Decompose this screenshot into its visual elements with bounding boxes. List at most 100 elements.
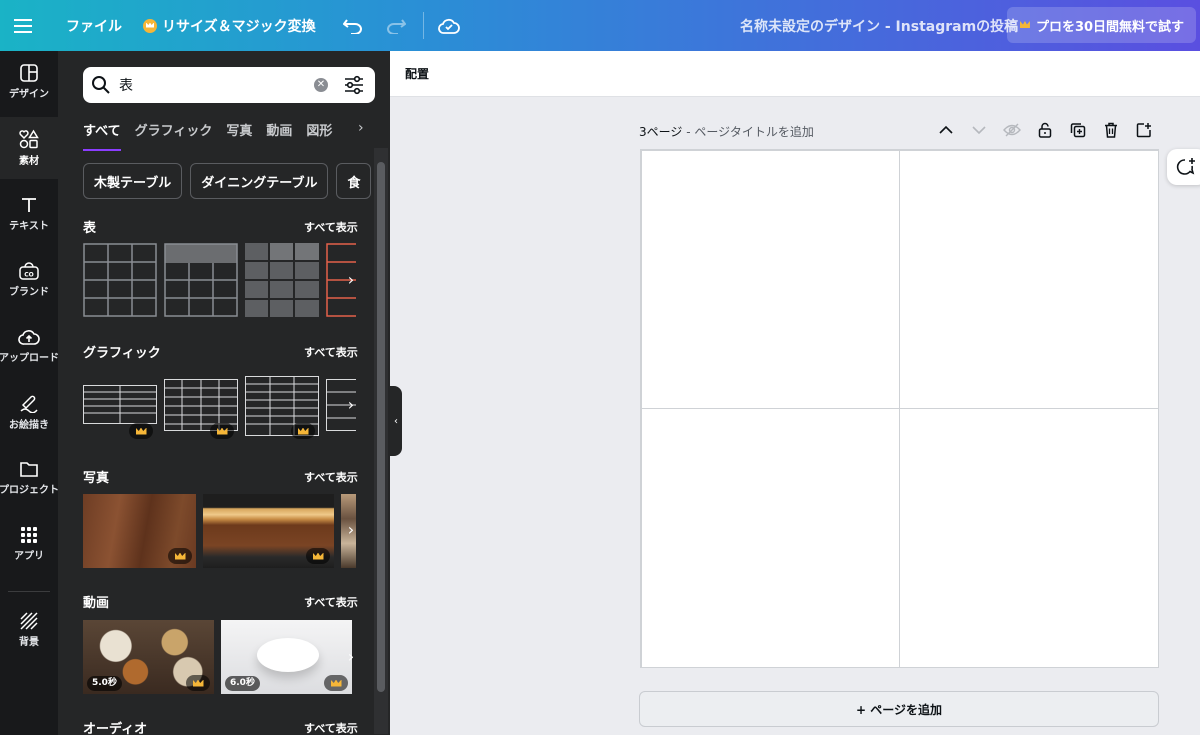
draw-icon xyxy=(20,395,38,413)
move-down-icon[interactable] xyxy=(969,120,989,140)
section-title-audio: オーディオ xyxy=(83,722,148,735)
toolbar-divider xyxy=(423,12,424,39)
premium-badge xyxy=(291,423,315,439)
video-duration: 5.0秒 xyxy=(87,676,122,691)
menu-button[interactable] xyxy=(14,0,38,51)
context-toolbar: 配置 xyxy=(390,51,1200,97)
resize-label: リサイズ＆マジック変換 xyxy=(162,18,316,35)
category-tabs: すべて グラフィック 写真 動画 図形 xyxy=(83,120,332,151)
file-menu-button[interactable]: ファイル xyxy=(66,0,122,51)
see-all-audio[interactable]: すべて表示 xyxy=(304,720,358,735)
chip-food[interactable]: 食 xyxy=(336,163,372,199)
nav-label: 素材 xyxy=(19,156,39,167)
document-title[interactable]: 名称未設定のデザイン - Instagramの投稿 xyxy=(740,0,1018,51)
tab-all[interactable]: すべて xyxy=(83,120,121,151)
nav-label: アプリ xyxy=(14,551,44,562)
page-title-input[interactable]: - ページタイトルを追加 xyxy=(682,125,814,139)
nav-item-brand[interactable]: CO ブランド xyxy=(0,249,58,311)
add-page-button[interactable]: + ページを追加 xyxy=(639,691,1159,727)
nav-item-projects[interactable]: プロジェクト xyxy=(0,447,59,509)
nav-item-draw[interactable]: お絵描き xyxy=(0,381,58,443)
nav-label: ブランド xyxy=(9,287,49,298)
nav-item-upload[interactable]: アップロード xyxy=(0,315,59,377)
nav-label: アップロード xyxy=(0,353,59,364)
crown-icon xyxy=(297,427,309,435)
table-cell[interactable] xyxy=(899,408,1159,668)
lock-icon[interactable] xyxy=(1035,120,1055,140)
chevron-right-icon[interactable]: › xyxy=(344,645,358,669)
cloud-check-icon xyxy=(438,18,460,34)
position-button[interactable]: 配置 xyxy=(405,65,429,82)
nav-item-background[interactable]: 背景 xyxy=(0,599,58,661)
nav-label: デザイン xyxy=(9,89,49,100)
page-tools xyxy=(936,120,1154,140)
crown-icon xyxy=(330,679,342,687)
table-thumbnail[interactable] xyxy=(164,243,238,317)
pro-trial-button[interactable]: プロを30日間無料で試す xyxy=(1007,7,1196,43)
section-title-graphics: グラフィック xyxy=(83,346,161,361)
chevron-right-icon[interactable]: › xyxy=(344,268,358,292)
design-canvas[interactable] xyxy=(640,149,1159,668)
scrollbar-thumb[interactable] xyxy=(377,162,385,692)
see-all-photos[interactable]: すべて表示 xyxy=(304,469,358,485)
tab-shapes[interactable]: 図形 xyxy=(306,120,332,144)
see-all-tables[interactable]: すべて表示 xyxy=(304,219,358,235)
svg-text:CO: CO xyxy=(24,272,34,279)
filter-icon[interactable] xyxy=(344,75,364,95)
save-status-button[interactable] xyxy=(438,0,460,51)
nav-item-design[interactable]: デザイン xyxy=(0,51,58,113)
redo-icon xyxy=(387,18,406,34)
comment-add-icon xyxy=(1176,158,1195,175)
crown-icon xyxy=(192,679,204,687)
duplicate-page-icon[interactable] xyxy=(1068,120,1088,140)
left-navigation: デザイン 素材 テキスト CO ブランド アップロード お絵描き プロジェクト … xyxy=(0,51,59,735)
table-cell[interactable] xyxy=(899,150,1159,409)
panel-scrollbar[interactable] xyxy=(374,148,388,734)
upload-icon xyxy=(18,330,40,345)
add-page-icon[interactable] xyxy=(1134,120,1154,140)
crown-icon xyxy=(312,552,324,560)
tab-videos[interactable]: 動画 xyxy=(266,120,292,144)
see-all-graphics[interactable]: すべて表示 xyxy=(304,344,358,360)
section-title-tables: 表 xyxy=(83,221,97,236)
redo-button[interactable] xyxy=(386,0,406,51)
chevron-right-icon[interactable]: › xyxy=(344,393,358,417)
chevron-right-icon[interactable]: › xyxy=(344,518,358,542)
resize-button[interactable]: リサイズ＆マジック変換 xyxy=(143,0,316,51)
move-up-icon[interactable] xyxy=(936,120,956,140)
chip-dining-table[interactable]: ダイニングテーブル xyxy=(190,163,329,199)
chevron-right-icon[interactable]: › xyxy=(358,120,364,136)
nav-divider xyxy=(8,591,50,592)
nav-item-apps[interactable]: アプリ xyxy=(0,513,58,575)
delete-page-icon[interactable] xyxy=(1101,120,1121,140)
premium-badge xyxy=(186,675,210,691)
apps-icon xyxy=(21,527,37,543)
table-thumbnail[interactable] xyxy=(245,243,319,317)
undo-icon xyxy=(343,18,362,34)
crown-icon xyxy=(135,427,147,435)
nav-item-elements[interactable]: 素材 xyxy=(0,117,58,179)
search-icon xyxy=(92,76,110,94)
suggestion-chips: 木製テーブル ダイニングテーブル 食 xyxy=(83,163,372,199)
graphic-thumbnail[interactable] xyxy=(83,385,157,425)
table-thumbnail[interactable] xyxy=(83,243,157,317)
undo-button[interactable] xyxy=(343,0,363,51)
clear-search-icon[interactable]: ✕ xyxy=(314,78,328,92)
tab-graphics[interactable]: グラフィック xyxy=(135,120,213,144)
chevron-left-icon: ‹ xyxy=(394,415,398,427)
search-input[interactable] xyxy=(119,73,309,97)
crown-icon xyxy=(174,552,186,560)
tab-photos[interactable]: 写真 xyxy=(226,120,252,144)
hide-page-icon[interactable] xyxy=(1002,120,1022,140)
nav-item-text[interactable]: テキスト xyxy=(0,183,58,245)
chip-wooden-table[interactable]: 木製テーブル xyxy=(83,163,183,199)
brand-icon: CO xyxy=(19,262,39,280)
nav-label: プロジェクト xyxy=(0,485,59,496)
see-all-videos[interactable]: すべて表示 xyxy=(304,594,358,610)
premium-badge xyxy=(210,423,234,439)
add-comment-button[interactable] xyxy=(1167,149,1200,185)
table-cell[interactable] xyxy=(641,150,900,409)
table-cell[interactable] xyxy=(641,408,900,668)
collapse-panel-button[interactable]: ‹ xyxy=(390,386,402,456)
premium-badge xyxy=(306,548,330,564)
